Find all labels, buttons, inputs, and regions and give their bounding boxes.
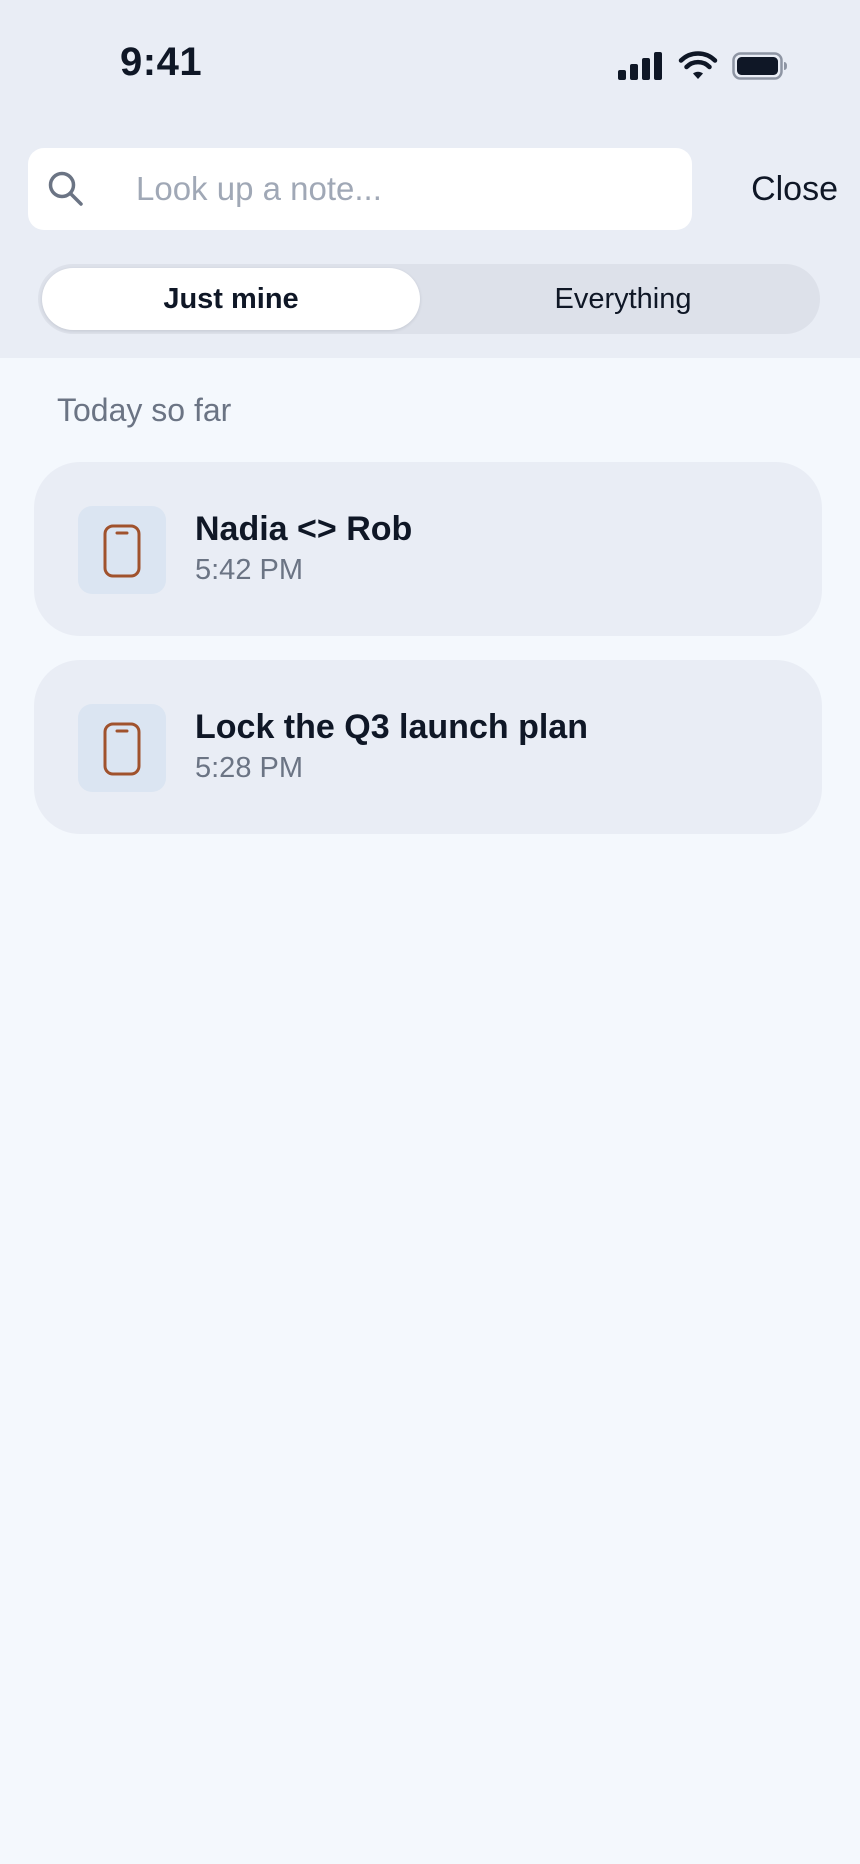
note-card[interactable]: Nadia <> Rob 5:42 PM xyxy=(34,462,822,636)
status-time: 9:41 xyxy=(120,40,203,84)
note-card[interactable]: Lock the Q3 launch plan 5:28 PM xyxy=(34,660,822,834)
note-title: Nadia <> Rob xyxy=(195,510,413,548)
filter-option-just-mine[interactable]: Just mine xyxy=(42,268,420,330)
filter-segmented-control: Just mine Everything xyxy=(38,264,820,334)
status-icons xyxy=(618,48,788,84)
note-thumbnail xyxy=(78,704,166,792)
search-icon xyxy=(48,171,83,206)
cellular-signal-icon xyxy=(618,52,662,80)
close-button[interactable]: Close xyxy=(741,148,838,230)
note-thumbnail xyxy=(78,506,166,594)
status-bar: 9:41 xyxy=(0,0,860,120)
phone-icon xyxy=(103,524,141,578)
note-time: 5:42 PM xyxy=(195,554,303,586)
wifi-icon xyxy=(678,51,718,79)
header-area: 9:41 Look up a note... Close Just mine E… xyxy=(0,0,860,358)
phone-icon xyxy=(103,722,141,776)
filter-option-everything[interactable]: Everything xyxy=(430,268,816,330)
note-time: 5:28 PM xyxy=(195,752,303,784)
search-row: Close xyxy=(28,148,838,230)
search-input[interactable] xyxy=(108,148,668,230)
section-label: Today so far xyxy=(57,392,232,428)
battery-icon xyxy=(732,52,787,80)
search-box[interactable] xyxy=(28,148,692,230)
note-title: Lock the Q3 launch plan xyxy=(195,708,588,746)
